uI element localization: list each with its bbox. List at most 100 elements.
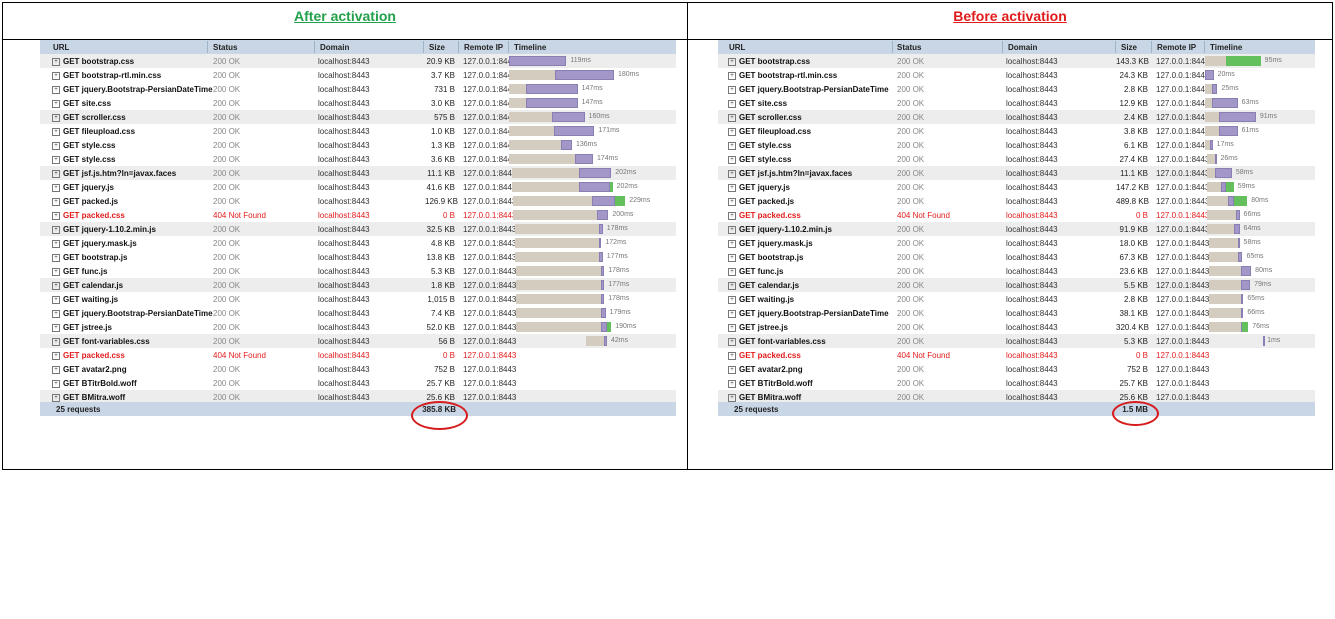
table-row[interactable]: + GET style.css 200 OK localhost:8443 1.3 KB…	[40, 138, 676, 152]
expand-icon[interactable]: +	[728, 141, 736, 150]
timeline-bar[interactable]: 95ms	[1205, 56, 1301, 66]
expand-icon[interactable]: +	[52, 71, 60, 80]
column-timeline[interactable]: Timeline	[514, 43, 546, 52]
table-row[interactable]: + GET bootstrap.js 200 OK localhost:8443 67.…	[718, 250, 1315, 264]
row-url-cell[interactable]: + GET calendar.js	[52, 281, 123, 290]
row-url-cell[interactable]: + GET bootstrap-rtl.min.css	[52, 71, 161, 80]
expand-icon[interactable]: +	[728, 127, 736, 136]
timeline-bar[interactable]: 179ms	[509, 308, 649, 318]
column-remote-ip[interactable]: Remote IP	[464, 43, 503, 52]
expand-icon[interactable]: +	[728, 211, 736, 220]
expand-icon[interactable]: +	[728, 393, 736, 402]
table-row[interactable]: + GET jquery.Bootstrap-PersianDateTime 200…	[718, 82, 1315, 96]
timeline-bar[interactable]: 20ms	[1205, 70, 1301, 80]
row-url-cell[interactable]: + GET jquery.mask.js	[52, 239, 137, 248]
expand-icon[interactable]: +	[52, 393, 60, 402]
table-row[interactable]: + GET jstree.js 200 OK localhost:8443 320.4 …	[718, 320, 1315, 334]
table-row[interactable]: + GET site.css 200 OK localhost:8443 12.9 KB…	[718, 96, 1315, 110]
row-url-cell[interactable]: + GET bootstrap.css	[52, 57, 134, 66]
row-url-cell[interactable]: + GET packed.css	[52, 351, 125, 360]
expand-icon[interactable]: +	[728, 197, 736, 206]
expand-icon[interactable]: +	[728, 351, 736, 360]
expand-icon[interactable]: +	[52, 281, 60, 290]
column-status[interactable]: Status	[897, 43, 921, 52]
column-remote-ip[interactable]: Remote IP	[1157, 43, 1196, 52]
timeline-bar[interactable]: 174ms	[509, 154, 649, 164]
column-separator[interactable]	[207, 41, 208, 53]
expand-icon[interactable]: +	[52, 253, 60, 262]
table-row[interactable]: + GET jquery.mask.js 200 OK localhost:8443 4…	[40, 236, 676, 250]
expand-icon[interactable]: +	[52, 99, 60, 108]
row-url-cell[interactable]: + GET style.css	[52, 155, 115, 164]
table-row[interactable]: + GET BTitrBold.woff 200 OK localhost:8443 2…	[40, 376, 676, 390]
expand-icon[interactable]: +	[728, 309, 736, 318]
expand-icon[interactable]: +	[52, 197, 60, 206]
column-separator[interactable]	[1151, 41, 1152, 53]
timeline-bar[interactable]: 65ms	[1205, 252, 1301, 262]
row-url-cell[interactable]: + GET jsf.js.htm?ln=javax.faces	[728, 169, 852, 178]
table-row[interactable]: + GET scroller.css 200 OK localhost:8443 575…	[40, 110, 676, 124]
row-url-cell[interactable]: + GET packed.css	[728, 211, 801, 220]
row-url-cell[interactable]: + GET style.css	[728, 155, 791, 164]
timeline-bar[interactable]: 160ms	[509, 112, 649, 122]
row-url-cell[interactable]: + GET fileupload.css	[728, 127, 811, 136]
row-url-cell[interactable]: + GET jquery.Bootstrap-PersianDateTime	[728, 85, 889, 94]
table-row[interactable]: + GET packed.css 404 Not Found localhost:84…	[40, 348, 676, 362]
expand-icon[interactable]: +	[52, 211, 60, 220]
row-url-cell[interactable]: + GET fileupload.css	[52, 127, 135, 136]
column-url[interactable]: URL	[729, 43, 745, 52]
table-row[interactable]: + GET jquery.Bootstrap-PersianDateTime 200…	[40, 306, 676, 320]
table-row[interactable]: + GET avatar2.png 200 OK localhost:8443 752 …	[718, 362, 1315, 376]
row-url-cell[interactable]: + GET jstree.js	[52, 323, 112, 332]
timeline-bar[interactable]: 65ms	[1205, 294, 1301, 304]
table-row[interactable]: + GET packed.css 404 Not Found localhost:84…	[718, 208, 1315, 222]
timeline-bar[interactable]: 200ms	[509, 210, 649, 220]
row-url-cell[interactable]: + GET jquery-1.10.2.min.js	[728, 225, 832, 234]
expand-icon[interactable]: +	[728, 253, 736, 262]
timeline-bar[interactable]: 66ms	[1205, 308, 1301, 318]
row-url-cell[interactable]: + GET bootstrap.css	[728, 57, 810, 66]
row-url-cell[interactable]: + GET scroller.css	[728, 113, 802, 122]
row-url-cell[interactable]: + GET jquery.Bootstrap-PersianDateTime	[728, 309, 889, 318]
timeline-bar[interactable]: 76ms	[1205, 322, 1301, 332]
row-url-cell[interactable]: + GET style.css	[728, 141, 791, 150]
timeline-bar[interactable]: 58ms	[1205, 238, 1301, 248]
column-separator[interactable]	[1002, 41, 1003, 53]
row-url-cell[interactable]: + GET packed.css	[728, 351, 801, 360]
expand-icon[interactable]: +	[52, 379, 60, 388]
column-separator[interactable]	[423, 41, 424, 53]
table-row[interactable]: + GET bootstrap-rtl.min.css 200 OK localhos…	[40, 68, 676, 82]
column-size[interactable]: Size	[1121, 43, 1137, 52]
column-size[interactable]: Size	[429, 43, 445, 52]
table-row[interactable]: + GET jquery.Bootstrap-PersianDateTime 200…	[40, 82, 676, 96]
table-row[interactable]: + GET calendar.js 200 OK localhost:8443 5.5 …	[718, 278, 1315, 292]
table-row[interactable]: + GET fileupload.css 200 OK localhost:8443 3…	[718, 124, 1315, 138]
row-url-cell[interactable]: + GET BTitrBold.woff	[728, 379, 813, 388]
row-url-cell[interactable]: + GET jquery.Bootstrap-PersianDateTime	[52, 309, 213, 318]
table-row[interactable]: + GET jquery-1.10.2.min.js 200 OK localhost…	[40, 222, 676, 236]
expand-icon[interactable]: +	[52, 295, 60, 304]
column-url[interactable]: URL	[53, 43, 69, 52]
table-row[interactable]: + GET func.js 200 OK localhost:8443 23.6 KB 1…	[718, 264, 1315, 278]
expand-icon[interactable]: +	[52, 183, 60, 192]
column-separator[interactable]	[508, 41, 509, 53]
expand-icon[interactable]: +	[52, 267, 60, 276]
timeline-bar[interactable]: 177ms	[509, 280, 649, 290]
row-url-cell[interactable]: + GET calendar.js	[728, 281, 799, 290]
expand-icon[interactable]: +	[52, 169, 60, 178]
row-url-cell[interactable]: + GET func.js	[52, 267, 107, 276]
expand-icon[interactable]: +	[52, 323, 60, 332]
row-url-cell[interactable]: + GET avatar2.png	[728, 365, 803, 374]
timeline-bar[interactable]: 171ms	[509, 126, 649, 136]
expand-icon[interactable]: +	[728, 57, 736, 66]
table-row[interactable]: + GET bootstrap.css 200 OK localhost:8443 14…	[718, 54, 1315, 68]
row-url-cell[interactable]: + GET site.css	[728, 99, 787, 108]
row-url-cell[interactable]: + GET packed.css	[52, 211, 125, 220]
expand-icon[interactable]: +	[728, 379, 736, 388]
column-domain[interactable]: Domain	[1008, 43, 1037, 52]
expand-icon[interactable]: +	[52, 155, 60, 164]
timeline-bar[interactable]: 190ms	[509, 322, 649, 332]
table-row[interactable]: + GET jsf.js.htm?ln=javax.faces 200 OK loca…	[40, 166, 676, 180]
table-row[interactable]: + GET avatar2.png 200 OK localhost:8443 752 …	[40, 362, 676, 376]
timeline-bar[interactable]: 66ms	[1205, 210, 1301, 220]
